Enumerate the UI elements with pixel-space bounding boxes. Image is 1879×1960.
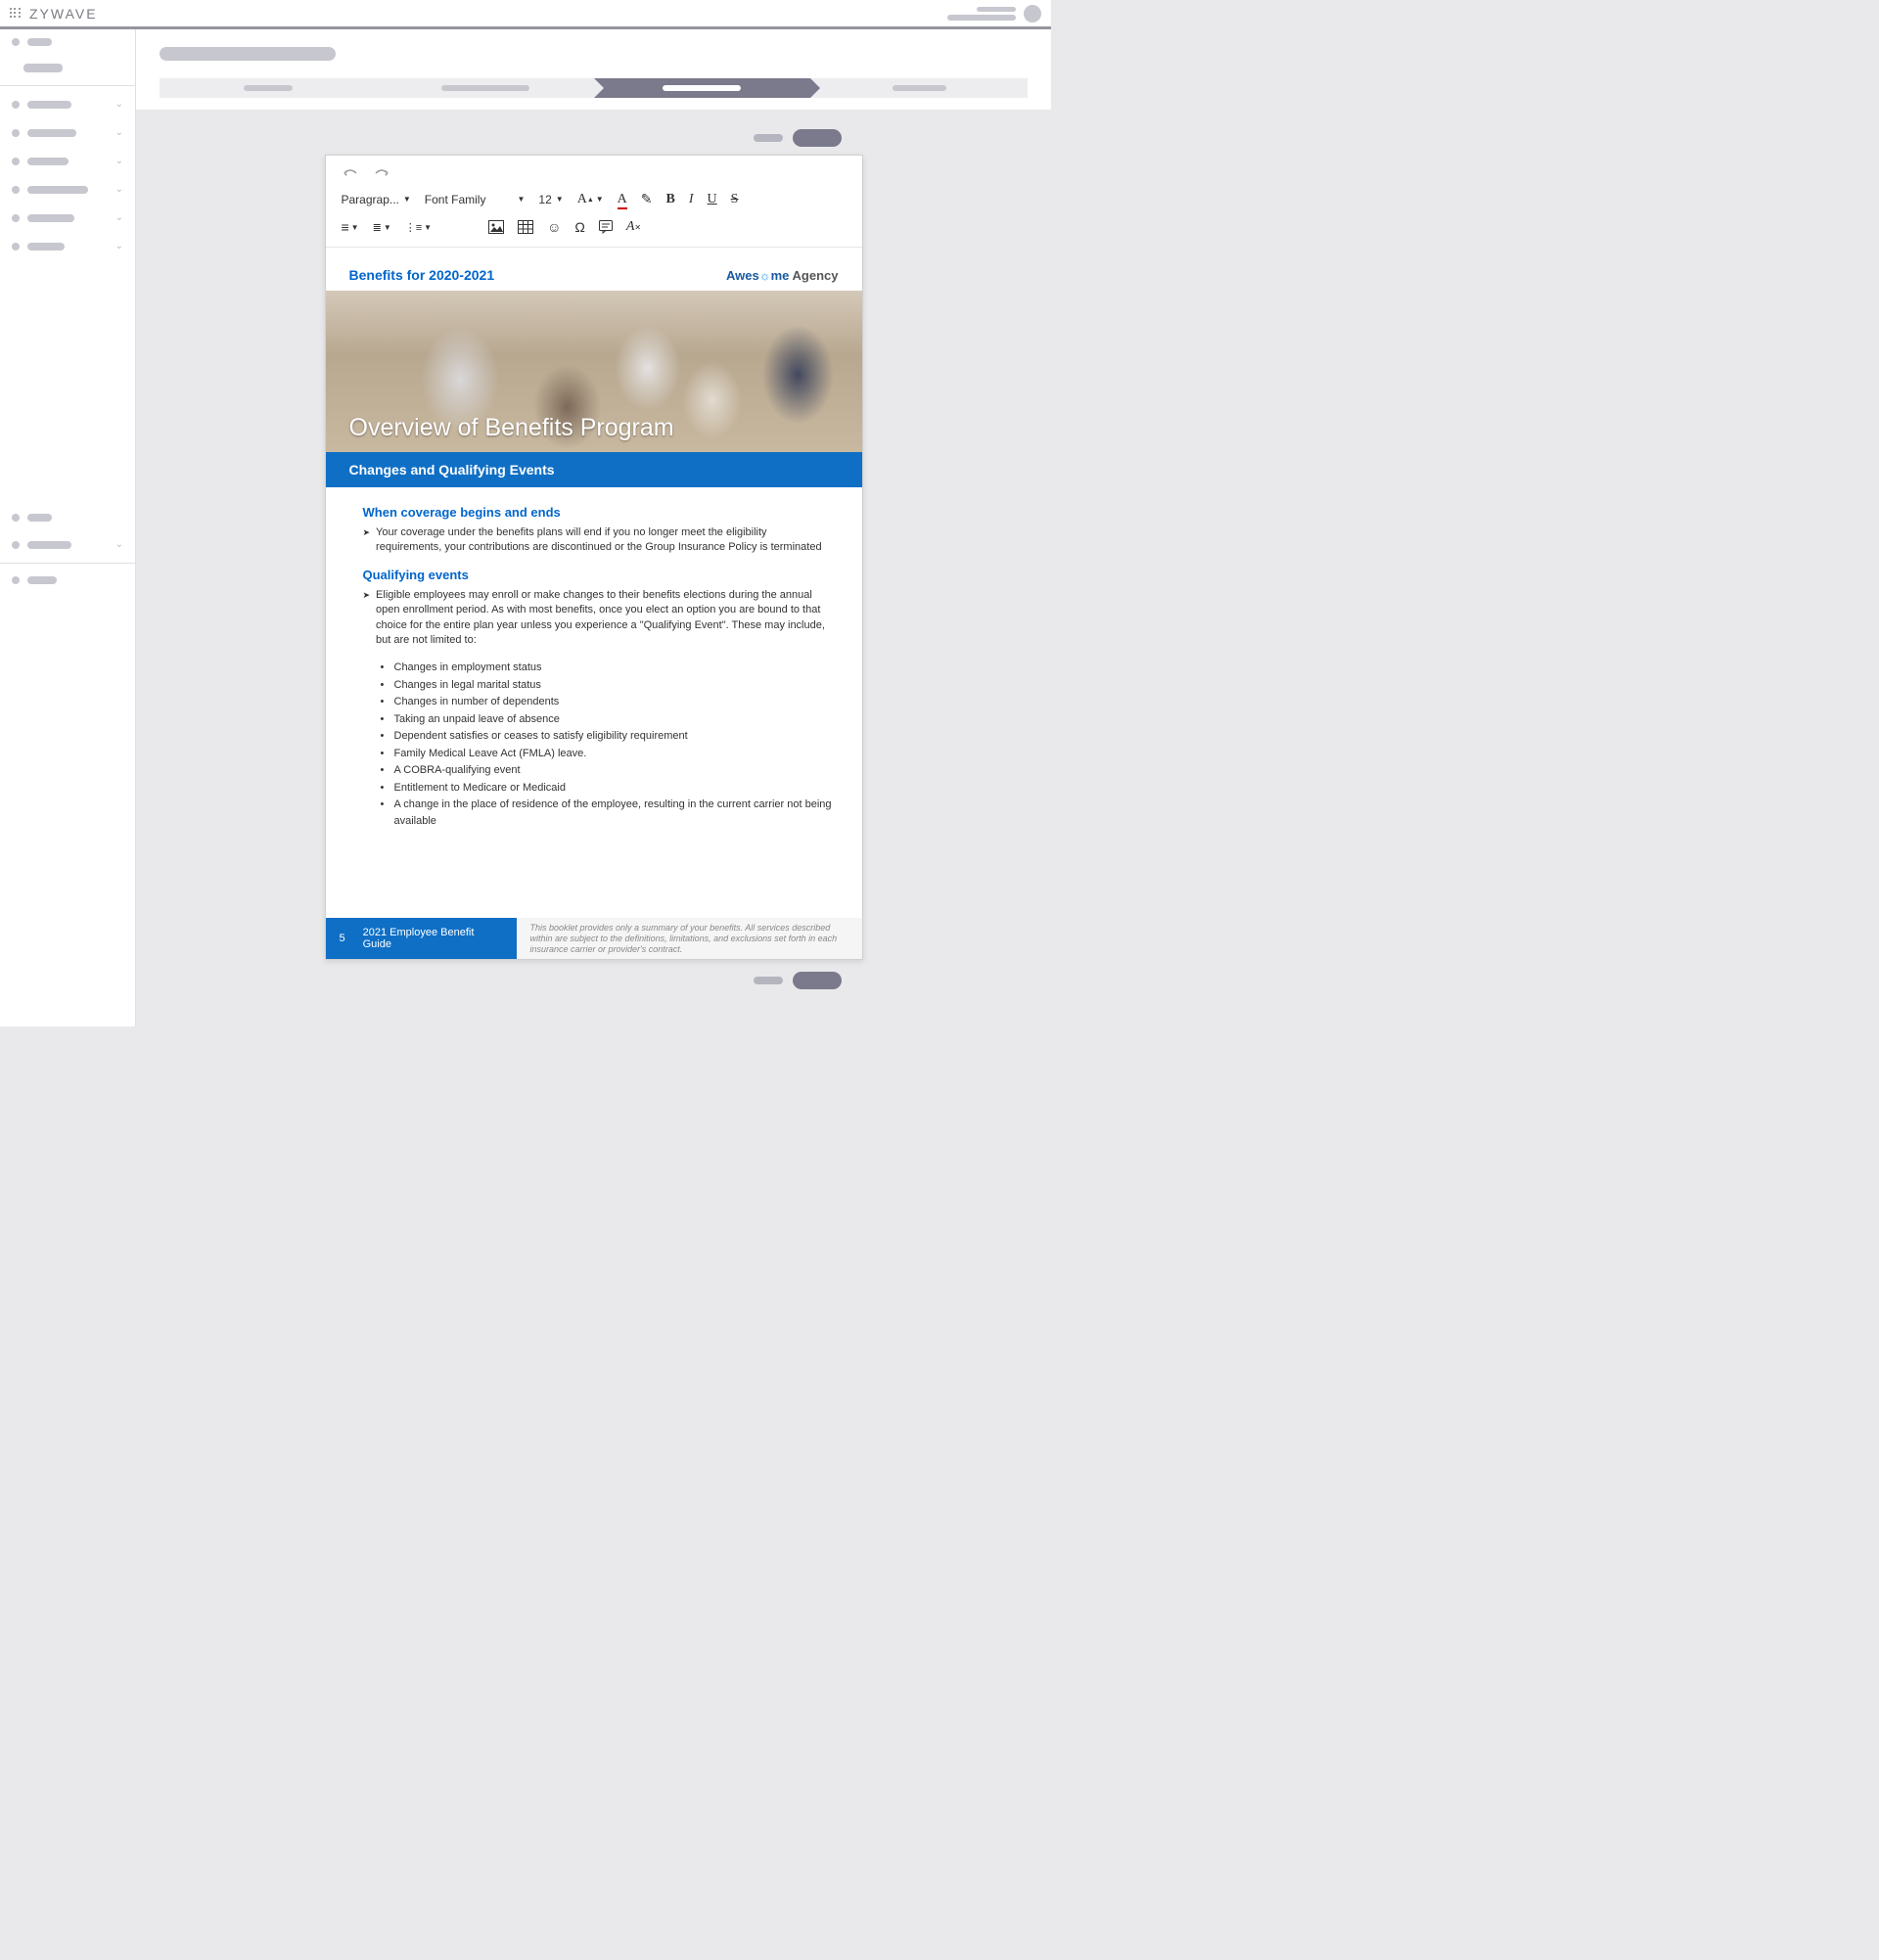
table-button[interactable] [518, 220, 533, 234]
list-item: Changes in legal marital status [381, 677, 835, 694]
agency-logo: Awes☼me Agency [726, 268, 839, 283]
action-link[interactable] [754, 134, 783, 142]
section-heading: Qualifying events [363, 568, 835, 582]
doc-footer: 5 2021 Employee Benefit Guide This bookl… [326, 918, 862, 959]
text-color-button[interactable]: A [618, 192, 627, 207]
sidebar-item[interactable]: ⌄ [0, 147, 135, 175]
sidebar-item[interactable]: ⌄ [0, 175, 135, 204]
action-button[interactable] [793, 972, 842, 989]
sidebar-item[interactable] [0, 568, 135, 593]
list-item: Changes in employment status [381, 660, 835, 676]
header-skeleton [947, 7, 1016, 21]
list-item: Changes in number of dependents [381, 694, 835, 710]
stepper [160, 78, 1028, 98]
hero-image: Overview of Benefits Program [326, 291, 862, 452]
italic-button[interactable]: I [689, 192, 694, 207]
align-button[interactable]: ≡▼ [342, 219, 359, 235]
chevron-down-icon: ⌄ [115, 156, 123, 166]
strikethrough-button[interactable]: S [731, 192, 739, 207]
avatar[interactable] [1024, 5, 1041, 23]
step-2[interactable] [377, 78, 594, 98]
chevron-down-icon: ⌄ [115, 539, 123, 550]
sidebar-item[interactable] [0, 505, 135, 530]
sidebar: ⌄ ⌄ ⌄ ⌄ ⌄ ⌄ ⌄ [0, 29, 136, 1026]
action-button[interactable] [793, 129, 842, 147]
image-button[interactable] [488, 220, 504, 234]
top-bar: ZYWAVE [0, 0, 1051, 29]
body-text: Your coverage under the benefits plans w… [363, 525, 835, 556]
undo-button[interactable] [342, 167, 359, 179]
apps-icon[interactable] [10, 8, 22, 20]
page-title-skeleton [160, 47, 336, 61]
underline-button[interactable]: U [708, 192, 717, 207]
sidebar-item[interactable]: ⌄ [0, 90, 135, 118]
sidebar-subitem[interactable] [0, 55, 135, 81]
chevron-down-icon: ⌄ [115, 241, 123, 251]
font-size-select[interactable]: 12▼ [538, 193, 563, 206]
chevron-down-icon: ⌄ [115, 99, 123, 110]
redo-button[interactable] [373, 167, 390, 179]
rich-text-editor: Paragrap...▼ Font Family▼ 12▼ A▲▼ A ✎ B … [325, 155, 863, 960]
section-bar: Changes and Qualifying Events [326, 452, 862, 487]
list-item: Dependent satisfies or ceases to satisfy… [381, 728, 835, 745]
footer-title: 2021 Employee Benefit Guide [363, 927, 503, 950]
clear-format-button[interactable]: A✕ [626, 219, 641, 235]
ordered-list-button[interactable]: ≣▼ [373, 221, 391, 234]
sidebar-item[interactable]: ⌄ [0, 232, 135, 260]
hero-title: Overview of Benefits Program [326, 404, 862, 452]
sidebar-item[interactable]: ⌄ [0, 118, 135, 147]
emoji-button[interactable]: ☺ [547, 219, 561, 235]
body-text: Eligible employees may enroll or make ch… [363, 588, 835, 649]
unordered-list-button[interactable]: ⋮≡▼ [405, 221, 432, 234]
chevron-down-icon: ⌄ [115, 127, 123, 138]
section-heading: When coverage begins and ends [363, 505, 835, 520]
comment-button[interactable] [599, 220, 613, 234]
document-canvas[interactable]: Benefits for 2020-2021 Awes☼me Agency Ov… [326, 248, 862, 959]
highlight-button[interactable]: ✎ [641, 191, 653, 207]
sidebar-item[interactable]: ⌄ [0, 530, 135, 559]
list-item: Family Medical Leave Act (FMLA) leave. [381, 746, 835, 762]
editor-toolbar: Paragrap...▼ Font Family▼ 12▼ A▲▼ A ✎ B … [326, 156, 862, 248]
sidebar-item[interactable] [0, 29, 135, 55]
page-number: 5 [340, 933, 345, 944]
doc-header-title: Benefits for 2020-2021 [349, 267, 495, 283]
list-item: Taking an unpaid leave of absence [381, 711, 835, 728]
font-size-step[interactable]: A▲▼ [577, 192, 604, 207]
sidebar-item[interactable]: ⌄ [0, 204, 135, 232]
bold-button[interactable]: B [666, 192, 675, 207]
bullet-list: Changes in employment statusChanges in l… [381, 660, 835, 829]
step-3-active[interactable] [594, 78, 811, 98]
step-4[interactable] [810, 78, 1028, 98]
main-header [136, 29, 1051, 110]
chevron-down-icon: ⌄ [115, 184, 123, 195]
font-family-select[interactable]: Font Family▼ [425, 193, 526, 206]
chevron-down-icon: ⌄ [115, 212, 123, 223]
list-item: A change in the place of residence of th… [381, 797, 835, 829]
action-link[interactable] [754, 977, 783, 984]
list-item: A COBRA-qualifying event [381, 762, 835, 779]
special-char-button[interactable]: Ω [574, 219, 584, 235]
paragraph-select[interactable]: Paragrap...▼ [342, 193, 411, 206]
step-1[interactable] [160, 78, 377, 98]
brand-logo: ZYWAVE [29, 6, 98, 22]
footer-disclaimer: This booklet provides only a summary of … [517, 918, 862, 959]
list-item: Entitlement to Medicare or Medicaid [381, 780, 835, 797]
